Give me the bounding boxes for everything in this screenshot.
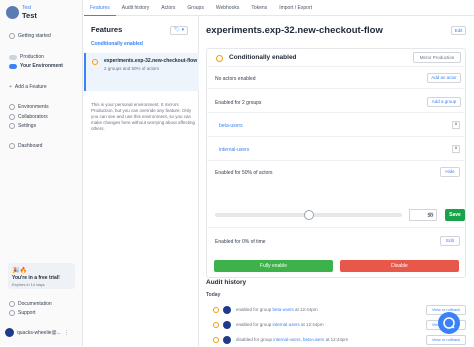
audit-history-title: Audit history (206, 279, 247, 286)
percentage-slider[interactable] (215, 210, 402, 220)
chat-icon (443, 317, 455, 329)
tab-import-export[interactable]: Import / Export (273, 0, 318, 16)
feature-name: experiments.exp-32.new-checkout-flow (104, 58, 198, 64)
hide-button[interactable]: Hide (440, 167, 460, 177)
group-link[interactable]: beta-users (219, 123, 243, 129)
edit-feature-button[interactable]: Edit (451, 26, 466, 35)
edit-time-button[interactable]: Edit (440, 236, 460, 246)
sidebar-item-dashboard[interactable]: Dashboard (9, 143, 42, 149)
status-label: Conditionally enabled (229, 54, 297, 61)
group-row: internal-users × (207, 137, 465, 161)
groups-header-row: Enabled for 2 groups Add a group (207, 89, 465, 113)
users-icon (9, 114, 15, 120)
sidebar-item-your-environment[interactable]: Your Environment (9, 63, 63, 69)
feature-description: 2 groups and 50% of actors (104, 66, 160, 71)
percentage-time-label: Enabled for 0% of time (215, 239, 266, 245)
book-icon (9, 301, 15, 307)
fully-enable-button[interactable]: Fully enable (214, 260, 333, 272)
plus-icon: + (9, 84, 12, 90)
section-header: Conditionally enabled (91, 41, 143, 47)
status-row: Conditionally enabled Mirror Production (207, 49, 465, 67)
add-actor-button[interactable]: Add an actor (427, 73, 461, 83)
environment-note: This is your personal environment. It mi… (91, 102, 195, 131)
group-link[interactable]: internal-users (273, 322, 300, 327)
trial-banner[interactable]: 🎉🔥 You're in a free trial! Expires in 14… (8, 263, 75, 289)
feature-status-card: Conditionally enabled Mirror Production … (206, 48, 466, 278)
slider-handle[interactable] (303, 210, 314, 220)
tab-groups[interactable]: Groups (181, 0, 209, 16)
percentage-actors-label: Enabled for 50% of actors (215, 170, 273, 176)
sidebar-item-support[interactable]: Support (9, 310, 36, 316)
tab-features[interactable]: Features (84, 0, 116, 16)
view-rollback-button[interactable]: View or rollback (426, 335, 466, 345)
feature-list-panel: Features 🏷 ▾ Conditionally enabled exper… (84, 16, 199, 346)
status-ring-icon (213, 307, 219, 313)
audit-row: enabled for group internal-users at 12:4… (206, 320, 468, 332)
sidebar-item-getting-started[interactable]: Getting started (9, 33, 51, 39)
more-icon: ⋮ (63, 329, 69, 336)
group-link[interactable]: beta-users (273, 307, 294, 312)
avatar (5, 328, 14, 337)
mirror-production-button[interactable]: Mirror Production (413, 52, 461, 63)
status-ring-icon (213, 337, 219, 343)
status-ring-icon (92, 59, 98, 65)
top-tabs: Features Audit history Actors Groups Web… (84, 0, 474, 16)
sidebar-item-documentation[interactable]: Documentation (9, 301, 52, 307)
sidebar: Test Test Getting started Production You… (0, 0, 83, 346)
tab-audit-history[interactable]: Audit history (116, 0, 156, 16)
tab-tokens[interactable]: Tokens (245, 0, 273, 16)
user-email: quacks-wheelie@... (17, 329, 61, 336)
sidebar-item-collaborators[interactable]: Collaborators (9, 114, 48, 120)
save-button[interactable]: Save (445, 209, 465, 221)
avatar (223, 306, 231, 314)
percent-sign: % (429, 212, 434, 218)
tab-actors[interactable]: Actors (155, 0, 181, 16)
disable-button[interactable]: Disable (340, 260, 459, 272)
remove-group-icon[interactable]: × (452, 121, 460, 129)
no-actors-label: No actors enabled (215, 76, 256, 82)
actors-row: No actors enabled Add an actor (207, 67, 465, 89)
tab-webhooks[interactable]: Webhooks (210, 0, 246, 16)
audit-row: disabled for group internal-users, beta-… (206, 335, 468, 347)
project-logo[interactable] (6, 6, 19, 19)
group-link[interactable]: internal-users (219, 147, 249, 153)
toggle-icon (9, 54, 17, 60)
project-name[interactable]: Test (22, 11, 37, 20)
party-icon: 🎉🔥 (12, 268, 27, 274)
sidebar-item-settings[interactable]: Settings (9, 123, 36, 129)
audit-row: enabled for group beta-users at 12:44pm … (206, 305, 468, 317)
checklist-icon (9, 33, 15, 39)
user-menu[interactable]: quacks-wheelie@... ⋮ (5, 328, 69, 337)
sidebar-item-environments[interactable]: Environments (9, 104, 49, 110)
feature-detail: experiments.exp-32.new-checkout-flow Edi… (200, 16, 474, 346)
tag-filter-button[interactable]: 🏷 ▾ (170, 26, 188, 35)
group-row: beta-users × (207, 113, 465, 137)
chat-button[interactable] (438, 312, 460, 334)
status-ring-icon (216, 55, 223, 62)
toggle-icon (9, 63, 17, 69)
sidebar-item-add-feature[interactable]: + Add a Feature (9, 84, 47, 90)
dashboard-icon (9, 143, 15, 149)
environments-icon (9, 104, 15, 110)
status-ring-icon (213, 322, 219, 328)
remove-group-icon[interactable]: × (452, 145, 460, 153)
sidebar-item-production[interactable]: Production (9, 54, 44, 60)
help-icon (9, 310, 15, 316)
avatar (223, 321, 231, 329)
trial-expiry: Expires in 14 days (12, 282, 45, 287)
avatar (223, 336, 231, 344)
feature-list-item[interactable]: experiments.exp-32.new-checkout-flow 2 g… (84, 53, 199, 91)
trial-title: You're in a free trial! (12, 275, 60, 281)
feature-list-title: Features (91, 25, 123, 34)
page-title: experiments.exp-32.new-checkout-flow (206, 25, 383, 36)
audit-date-header: Today (206, 292, 221, 298)
groups-header: Enabled for 2 groups (215, 100, 262, 106)
group-link[interactable]: internal-users, beta-users (273, 337, 324, 342)
gear-icon (9, 123, 15, 129)
divider (207, 227, 465, 228)
add-group-button[interactable]: Add a group (427, 97, 461, 107)
